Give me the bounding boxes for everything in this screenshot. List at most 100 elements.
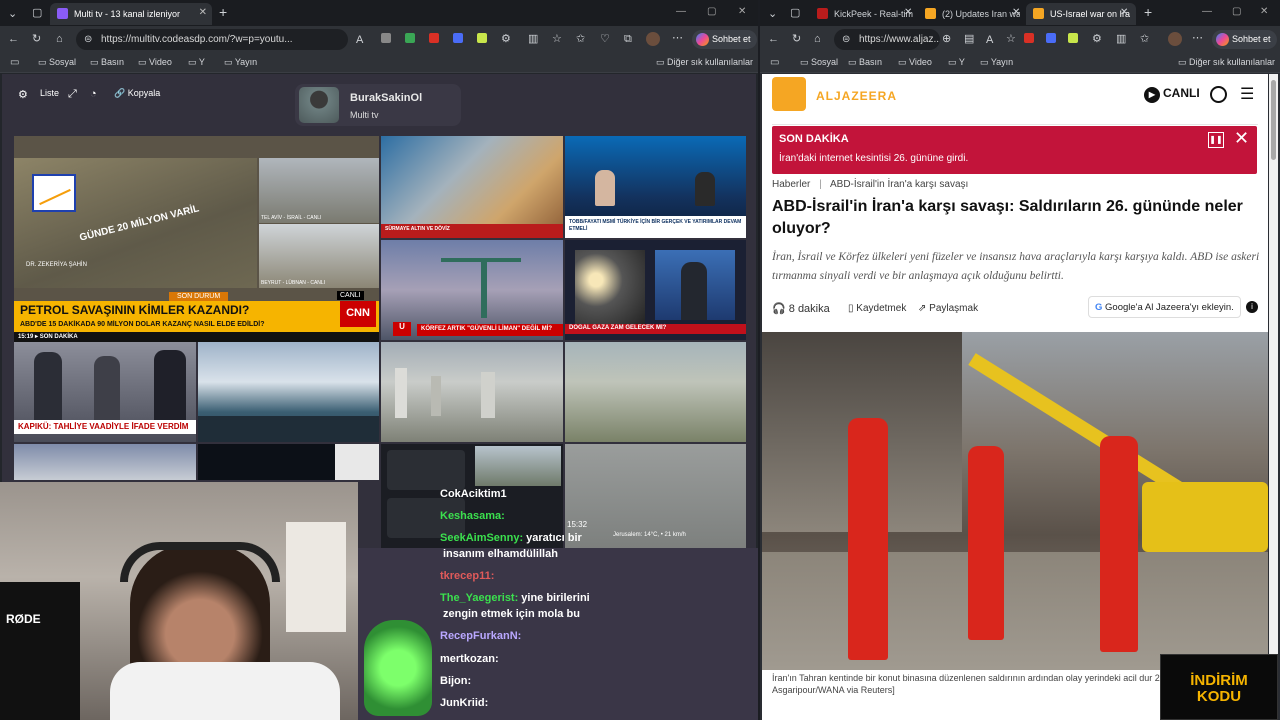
bookmark-folder-yayin[interactable]: ▭ Yayın [224, 57, 257, 68]
video-tile-skyline[interactable] [14, 444, 196, 480]
extension-icon[interactable] [1024, 33, 1034, 43]
close-window-icon[interactable]: ✕ [1260, 6, 1268, 17]
video-tile-jerusalem[interactable]: 15:32 Jerusalem: 14°C, • 21 km/h [565, 444, 746, 548]
split-screen-icon[interactable]: ▥ [1116, 33, 1126, 45]
extensions-puzzle-icon[interactable]: ⚙ [1092, 33, 1102, 45]
favorites-bar-icon[interactable]: ☆ [552, 33, 562, 45]
favorite-star-icon[interactable]: ☆ [1006, 33, 1016, 45]
back-icon[interactable]: ← [768, 33, 779, 45]
extension-icon[interactable] [429, 33, 439, 43]
tab-actions-icon[interactable]: ⌄ [8, 8, 17, 20]
chat-username[interactable]: mertkozan: [440, 653, 499, 665]
pause-icon[interactable]: ❚❚ [1208, 132, 1224, 148]
back-icon[interactable]: ← [8, 33, 19, 45]
copilot-button[interactable]: Sohbet et [1212, 30, 1277, 49]
bookmark-folder-sosyal[interactable]: ▭ Sosyal [800, 57, 838, 68]
breadcrumb-home[interactable]: Haberler [772, 179, 810, 190]
workspaces-icon[interactable]: ▢ [32, 7, 42, 19]
minimize-icon[interactable]: — [676, 6, 686, 17]
new-tab-icon[interactable]: + [219, 5, 227, 19]
chat-username[interactable]: tkrecep11: [440, 570, 494, 582]
downloads-icon[interactable]: ⧉ [624, 33, 632, 45]
close-tab-icon[interactable]: ✕ [904, 7, 912, 19]
close-tab-icon[interactable]: ✕ [1120, 7, 1128, 19]
favorites-icon[interactable]: ✩ [1140, 33, 1149, 45]
video-tile-2[interactable]: SÜRMAYE ALTIN VE DÖVİZ [381, 136, 563, 238]
chat-username[interactable]: Bijon: [440, 675, 471, 687]
chat-username[interactable]: JunKriid: [440, 697, 488, 709]
bookmark-folder-basin[interactable]: ▭ Basın [90, 57, 124, 68]
timer-icon[interactable]: ◔ [90, 88, 97, 100]
hamburger-menu-icon[interactable]: ☰ [1240, 87, 1254, 103]
close-icon[interactable]: ✕ [1234, 128, 1249, 149]
extension-icon[interactable] [381, 33, 391, 43]
brand-name[interactable]: ALJAZEERA [816, 89, 897, 103]
chat-username[interactable]: The_Yaegerist: [440, 592, 518, 604]
bookmark-folder-basin[interactable]: ▭ Basın [848, 57, 882, 68]
home-icon[interactable]: ⌂ [56, 33, 63, 45]
split-screen-icon[interactable]: ▥ [528, 33, 538, 45]
reload-icon[interactable]: ↻ [792, 33, 801, 45]
copy-button[interactable]: 🔗 Kopyala [114, 88, 160, 99]
breaking-news-banner[interactable]: SON DAKİKA İran'daki internet kesintisi … [772, 126, 1257, 174]
close-tab-icon[interactable]: ✕ [1012, 7, 1020, 19]
extension-icon[interactable] [1046, 33, 1056, 43]
chat-username[interactable]: CokAciktim1 [440, 488, 507, 500]
extension-icon[interactable] [477, 33, 487, 43]
maximize-icon[interactable]: ▢ [1232, 6, 1241, 17]
settings-icon[interactable]: ⚙ [18, 88, 28, 101]
reload-icon[interactable]: ↻ [32, 33, 41, 45]
extensions-puzzle-icon[interactable]: ⚙ [501, 33, 511, 45]
url-field[interactable]: ⊜ https://multitv.codeasdp.com/?w=p=yout… [76, 29, 348, 50]
video-tile-studio-2[interactable]: DOĞAL GAZA ZAM GELECEK Mİ? [565, 240, 746, 340]
workspaces-icon[interactable]: ▢ [790, 7, 800, 19]
profile-avatar[interactable] [1168, 32, 1182, 46]
video-tile-cnn-turk[interactable]: GÜNDE 20 MİLYON VARİL DR. ZEKERİYA ŞAHİN… [14, 136, 379, 342]
other-bookmarks[interactable]: ▭ Diğer sık kullanılanlar [1178, 57, 1275, 68]
extension-icon[interactable] [1068, 33, 1078, 43]
video-tile-press[interactable]: KAPIKÜ: TAHLİYE VAADİYLE İFADE VERDİM [14, 342, 196, 442]
bookmark-folder-video[interactable]: ▭ Video [898, 57, 932, 68]
close-tab-icon[interactable]: ✕ [199, 7, 207, 18]
reader-icon[interactable]: ▤ [964, 33, 974, 45]
tab-updates[interactable]: (2) Updates Iran wa [918, 3, 1020, 25]
profile-avatar[interactable] [646, 32, 660, 46]
video-tile-coast[interactable] [198, 342, 379, 442]
video-tile-dark[interactable] [198, 444, 379, 480]
bookmark-folder-y[interactable]: ▭ Y [188, 57, 205, 68]
scrollbar-thumb[interactable] [1271, 80, 1276, 160]
breadcrumb-topic[interactable]: ABD-İsrail'in İran'a karşı savaşı [830, 179, 968, 190]
collections-icon[interactable]: ♡ [600, 33, 610, 45]
bookmark-folder-sosyal[interactable]: ▭ Sosyal [38, 57, 76, 68]
other-bookmarks[interactable]: ▭ Diğer sık kullanılanlar [656, 57, 753, 68]
tab-actions-icon[interactable]: ⌄ [768, 8, 777, 20]
tab-multitv[interactable]: Multi tv - 13 kanal izleniyor ✕ [50, 3, 212, 25]
close-window-icon[interactable]: ✕ [738, 6, 746, 17]
read-aloud-icon[interactable]: A [986, 34, 993, 46]
read-aloud-icon[interactable]: A [356, 34, 363, 46]
copilot-button[interactable]: Sohbet et [692, 30, 757, 49]
extension-icon[interactable] [405, 33, 415, 43]
video-tile-studio[interactable]: TOBB/FAYATI MSMİ TÜRKİYE İÇİN BİR GERÇEK… [565, 136, 746, 238]
bookmark-panel-icon[interactable]: ▭ [10, 57, 19, 69]
user-account-icon[interactable] [1210, 86, 1227, 103]
video-tile-harbor[interactable]: U KÖRFEZ ARTIK "GÜVENLİ LİMAN" DEĞİL Mİ? [381, 240, 563, 340]
maximize-icon[interactable]: ▢ [707, 6, 716, 17]
translate-icon[interactable]: ⊕ [942, 33, 951, 45]
chat-username[interactable]: SeekAimSenny: [440, 532, 523, 544]
favorites-icon[interactable]: ✩ [576, 33, 585, 45]
video-tile-city[interactable] [381, 342, 563, 442]
chat-username[interactable]: RecepFurkanN: [440, 630, 521, 642]
google-preferred-source-button[interactable]: G Google'a Al Jazeera'yı ekleyin. [1088, 296, 1241, 318]
more-menu-icon[interactable]: ⋯ [1192, 32, 1203, 44]
extension-icon[interactable] [453, 33, 463, 43]
fullscreen-icon[interactable]: ⤢ [68, 88, 77, 101]
streamer-profile-card[interactable]: BurakSakinOl Multi tv [295, 84, 461, 126]
bookmark-panel-icon[interactable]: ▭ [770, 57, 779, 69]
minimize-icon[interactable]: — [1202, 6, 1212, 17]
info-icon[interactable]: i [1246, 301, 1258, 313]
video-tile-hills[interactable] [565, 342, 746, 442]
page-scrollbar[interactable] [1269, 74, 1278, 720]
tab-kickpeek[interactable]: KickPeek - Real-tim [810, 3, 916, 25]
url-field[interactable]: ⊜ https://www.aljaz... [834, 29, 940, 50]
